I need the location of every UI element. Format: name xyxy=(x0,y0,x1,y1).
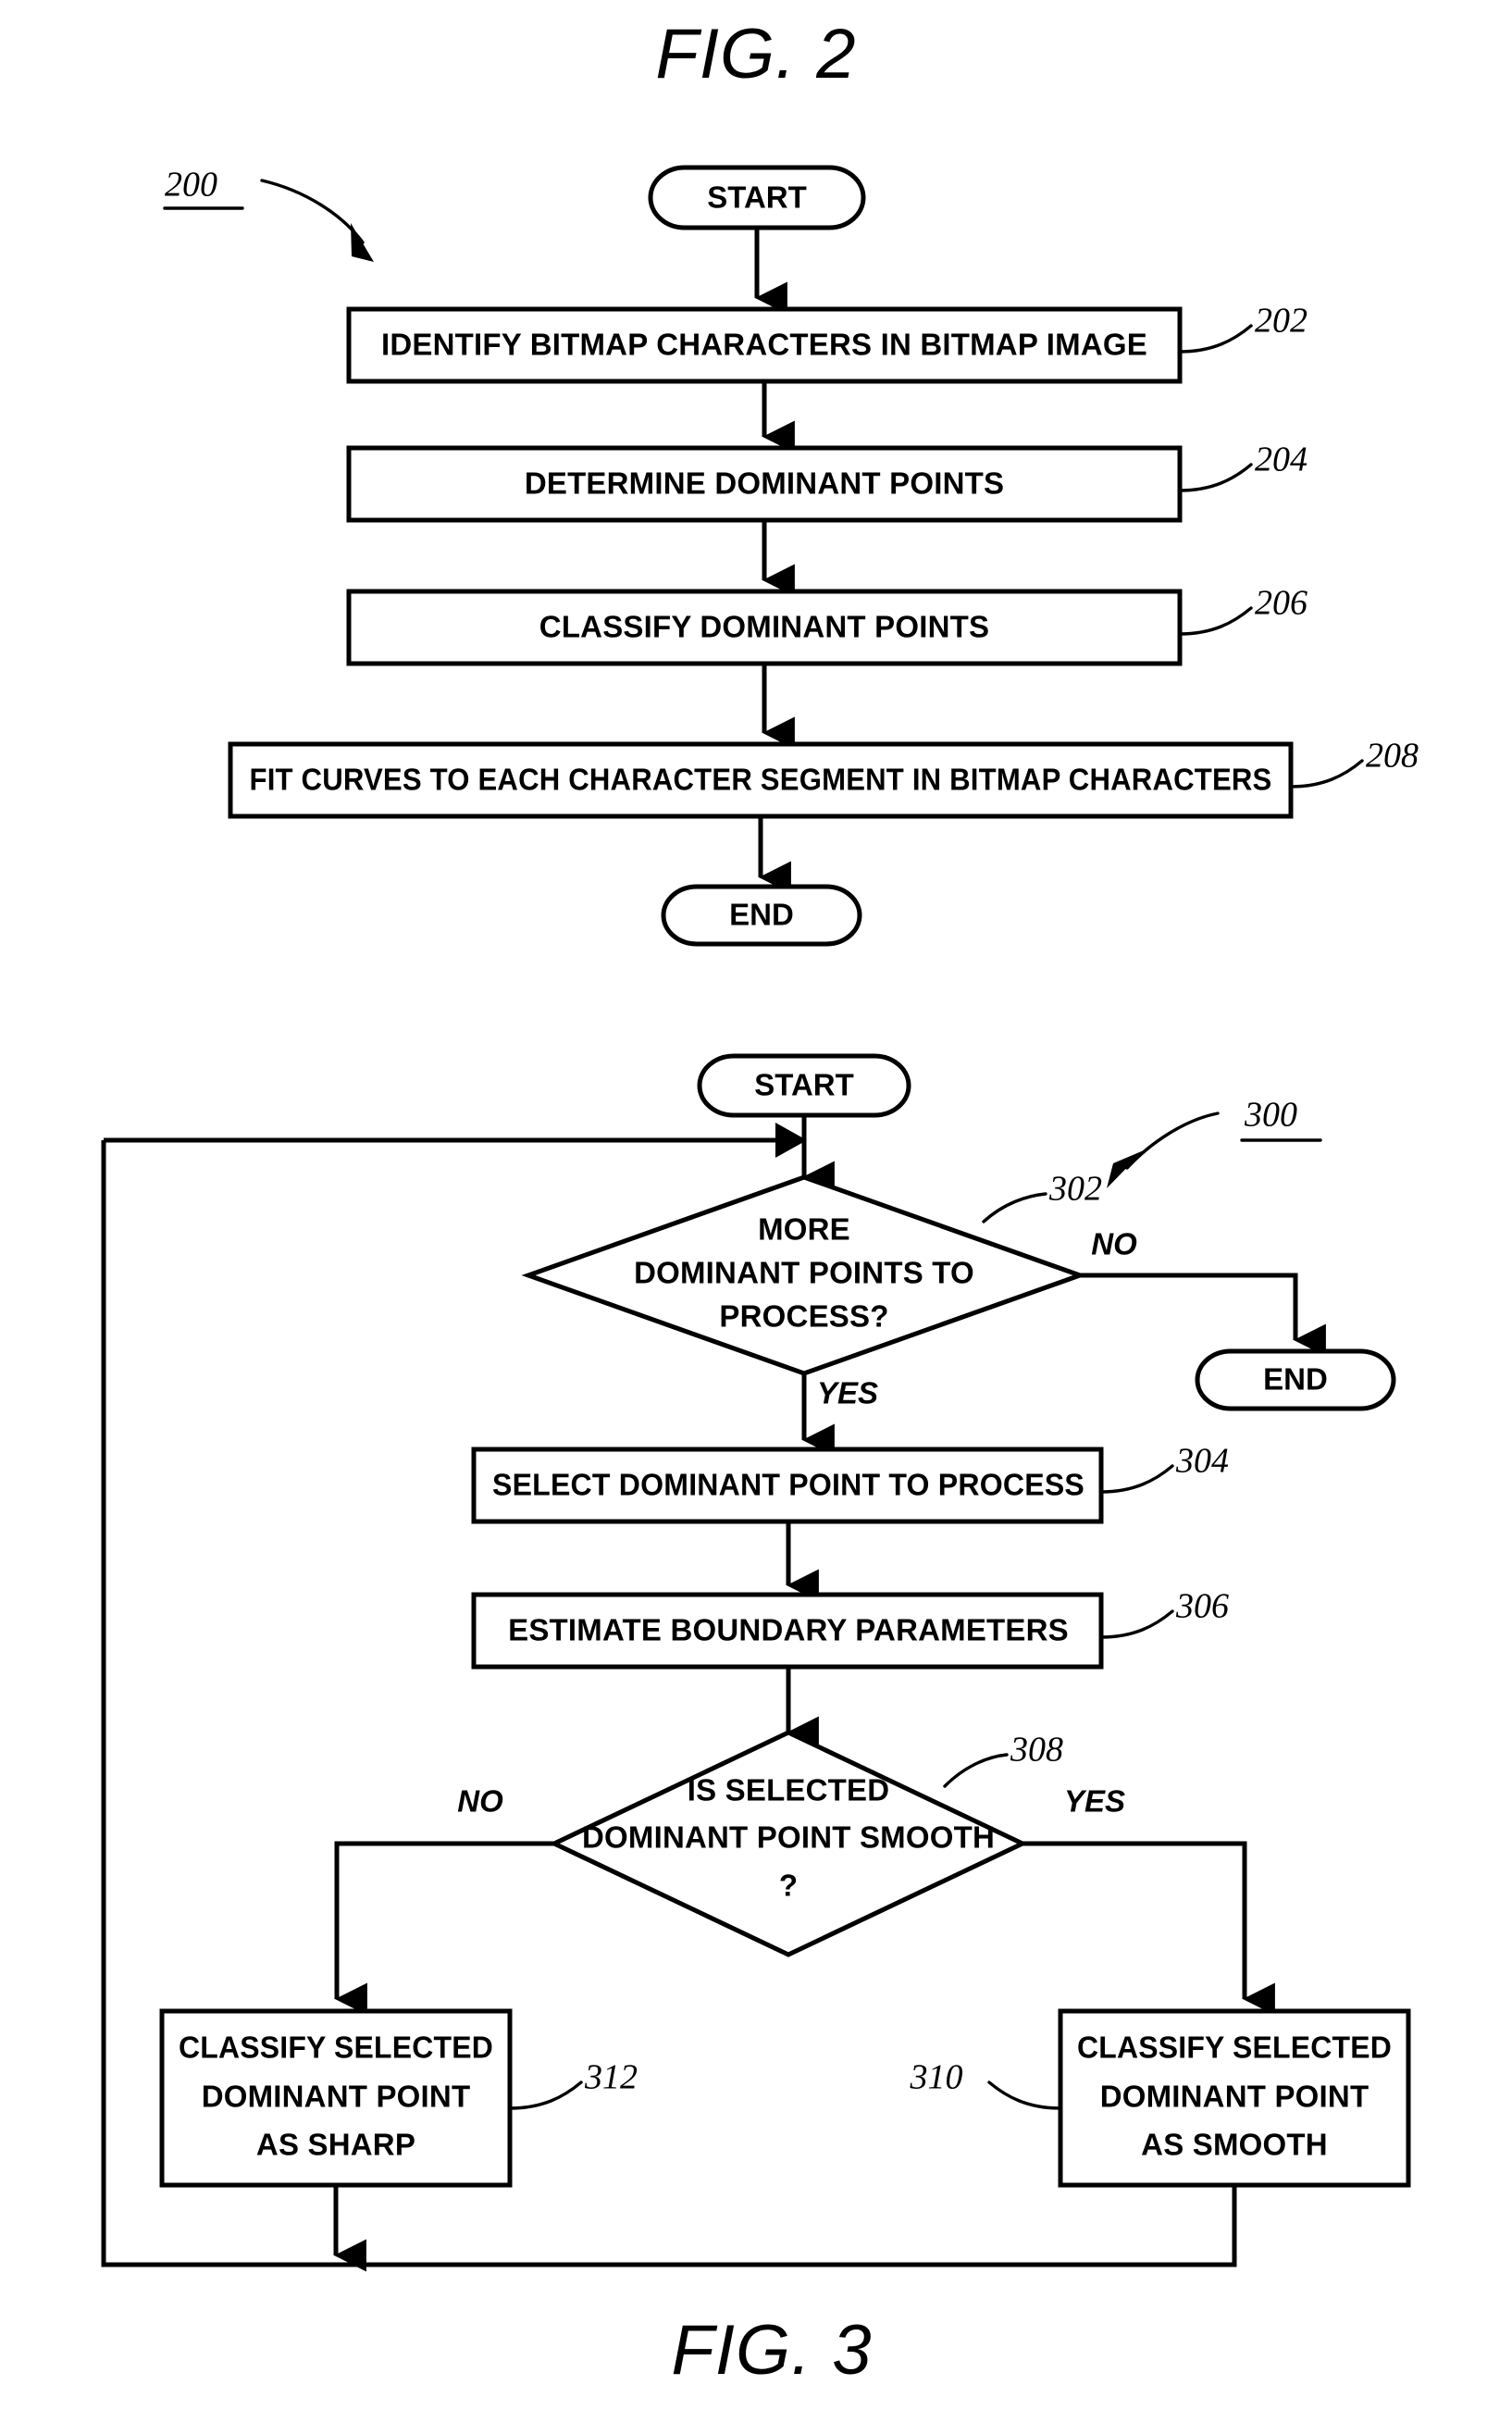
fig2-ref-208: 208 xyxy=(1366,737,1419,776)
flowchart-canvas: FIG. 2 200 START IDENTIFY BITMAP CHARACT… xyxy=(101,15,1419,2390)
fig3-diagram-ref: 300 xyxy=(1244,1096,1297,1135)
fig3-start-label: START xyxy=(754,1068,854,1102)
fig3-302-yes-label: YES xyxy=(817,1376,878,1410)
fig3-step-312-line2: DOMINANT POINT xyxy=(202,2080,471,2114)
fig3-ref-310-leader xyxy=(987,2080,1062,2110)
fig2-diagram-ref-leader xyxy=(260,179,365,244)
fig2-diagram-ref: 200 xyxy=(165,166,217,205)
fig3-ref-304: 304 xyxy=(1175,1442,1229,1481)
fig2-step-206-label: CLASSIFY DOMINANT POINTS xyxy=(539,610,989,644)
fig3-ref-308: 308 xyxy=(1010,1731,1063,1770)
patent-figure-sheet: FIG. 2 200 START IDENTIFY BITMAP CHARACT… xyxy=(0,0,1512,2422)
fig3-ref-306: 306 xyxy=(1175,1587,1229,1626)
fig3-308-yes-label: YES xyxy=(1064,1784,1125,1819)
fig3-308-no-label: NO xyxy=(457,1784,503,1819)
fig3-step-310-line3: AS SMOOTH xyxy=(1141,2128,1328,2162)
fig3-decision-302-line2: DOMINANT POINTS TO xyxy=(634,1256,974,1290)
fig2-diagram-ref-arrowhead xyxy=(351,223,374,262)
fig3-conn-302-no-to-end xyxy=(1080,1273,1326,1357)
fig3-ref-306-leader xyxy=(1099,1609,1174,1639)
fig3-step-312-line3: AS SHARP xyxy=(256,2128,415,2162)
fig3-end-label: END xyxy=(1263,1362,1328,1397)
fig3-step-310-line2: DOMINANT POINT xyxy=(1100,2080,1369,2114)
fig2-ref-202: 202 xyxy=(1255,302,1308,341)
fig3-ref-310: 310 xyxy=(910,2058,963,2097)
fig2-ref-206-leader xyxy=(1178,606,1253,636)
fig2-step-208-label: FIT CURVES TO EACH CHARACTER SEGMENT IN … xyxy=(250,763,1272,797)
fig3-step-312-line1: CLASSIFY SELECTED xyxy=(179,2031,493,2065)
fig2-ref-206: 206 xyxy=(1255,584,1308,623)
fig3-conn-308-no-to-312 xyxy=(334,1841,554,2016)
fig2-end-label: END xyxy=(729,898,794,932)
fig3-ref-302-leader xyxy=(982,1192,1047,1223)
fig2-ref-208-leader xyxy=(1289,759,1364,789)
fig3-ref-312-leader xyxy=(508,2080,583,2110)
fig3-ref-308-leader xyxy=(943,1753,1009,1788)
fig2-step-204-label: DETERMINE DOMINANT POINTS xyxy=(525,466,1004,501)
fig3-step-304-label: SELECT DOMINANT POINT TO PROCESS xyxy=(492,1468,1084,1502)
fig3-ref-312: 312 xyxy=(584,2058,638,2097)
fig3-title: FIG. 3 xyxy=(671,2311,872,2390)
fig2-start-label: START xyxy=(707,180,807,215)
fig3-decision-308-line3: ? xyxy=(779,1869,798,1903)
fig3-decision-302-line3: PROCESS? xyxy=(719,1299,888,1334)
fig3-decision-308-line1: IS SELECTED xyxy=(688,1773,890,1807)
fig2-ref-204-leader xyxy=(1178,463,1253,492)
fig2-title: FIG. 2 xyxy=(655,15,856,93)
fig2-ref-202-leader xyxy=(1178,324,1253,354)
fig3-step-306-label: ESTIMATE BOUNDARY PARAMETERS xyxy=(508,1613,1069,1647)
fig3-step-310-line1: CLASSIFY SELECTED xyxy=(1077,2031,1392,2065)
fig3-diagram-ref-leader xyxy=(1125,1112,1220,1170)
fig3-decision-308-line2: DOMINANT POINT SMOOTH xyxy=(582,1820,995,1855)
fig2-step-202-label: IDENTIFY BITMAP CHARACTERS IN BITMAP IMA… xyxy=(381,328,1147,362)
fig3-decision-302-line1: MORE xyxy=(758,1212,850,1247)
fig3-302-no-label: NO xyxy=(1091,1227,1137,1261)
fig3-ref-302: 302 xyxy=(1048,1170,1102,1209)
fig2-ref-204: 204 xyxy=(1255,441,1308,479)
fig3-ref-304-leader xyxy=(1099,1464,1174,1494)
fig3-conn-308-yes-to-310 xyxy=(1022,1841,1275,2016)
